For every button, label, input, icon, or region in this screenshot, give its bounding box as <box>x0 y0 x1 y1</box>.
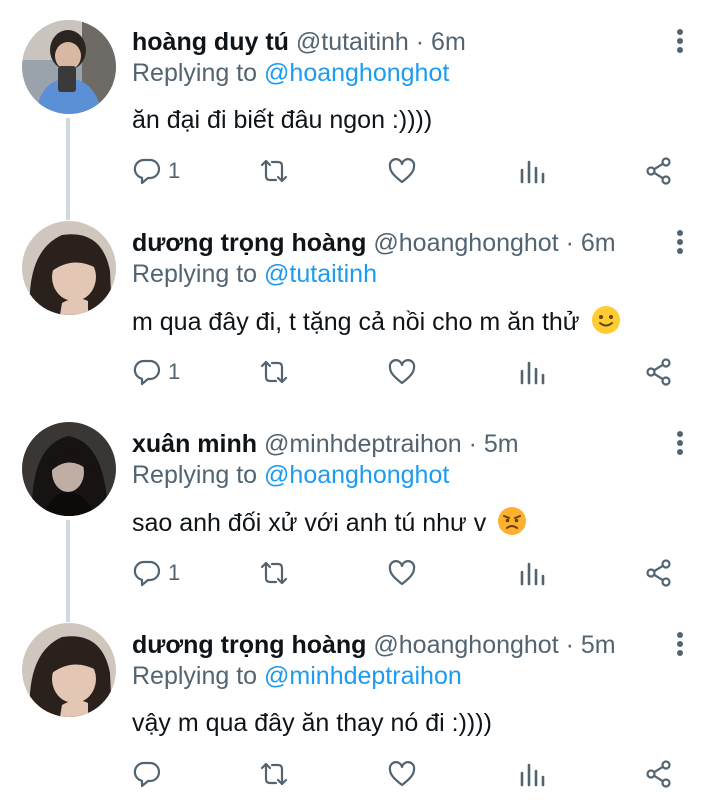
avatar[interactable] <box>22 20 116 114</box>
replying-mention[interactable]: @tutaitinh <box>264 260 377 288</box>
replying-label: Replying to <box>132 260 265 288</box>
replying-to: Replying to @hoanghonghot <box>132 460 449 490</box>
tweet-header: dương trọng hoàng @hoanghonghot · 5m <box>132 630 616 660</box>
action-bar: 1 <box>132 354 692 390</box>
retweet-icon <box>260 360 288 384</box>
slightly-smiling-face-icon <box>591 306 620 334</box>
tweet-text: sao anh đối xử với anh tú như v <box>132 506 527 539</box>
action-bar <box>132 756 692 792</box>
tweet-header: xuân minh @minhdeptraihon · 5m <box>132 429 519 459</box>
separator-dot: · <box>558 631 581 659</box>
separator-dot: · <box>408 28 432 56</box>
analytics-button[interactable] <box>518 354 546 390</box>
tweet-header: dương trọng hoàng @hoanghonghot · 6m <box>132 228 616 258</box>
timestamp[interactable]: 6m <box>581 229 616 257</box>
reply-icon <box>133 761 161 788</box>
replying-label: Replying to <box>132 662 265 690</box>
tweet-text: vậy m qua đây ăn thay nó đi :)))) <box>132 709 492 737</box>
tweet-text: ăn đại đi biết đâu ngon :)))) <box>132 106 433 134</box>
analytics-button[interactable] <box>518 555 546 591</box>
timestamp[interactable]: 6m <box>431 28 466 56</box>
share-button[interactable] <box>644 153 674 189</box>
separator-dot: · <box>558 229 581 257</box>
tweet-text: m qua đây đi, t tặng cả nồi cho m ăn thử <box>132 305 621 338</box>
share-icon <box>646 559 671 587</box>
analytics-icon <box>520 763 545 787</box>
analytics-icon <box>520 562 545 586</box>
avatar[interactable] <box>22 422 116 516</box>
separator-dot: · <box>461 430 484 458</box>
more-vertical-icon[interactable] <box>670 26 690 56</box>
like-button[interactable] <box>387 555 417 591</box>
tweet[interactable]: hoàng duy tú @tutaitinh · 6m Replying to… <box>0 0 720 200</box>
replying-label: Replying to <box>132 59 265 87</box>
tweet[interactable]: xuân minh @minhdeptraihon · 5m Replying … <box>0 402 720 602</box>
replying-to: Replying to @hoanghonghot <box>132 58 449 88</box>
reply-icon <box>133 560 161 587</box>
like-icon <box>388 761 416 787</box>
analytics-button[interactable] <box>518 153 546 189</box>
reply-button[interactable] <box>132 756 168 792</box>
share-icon <box>646 157 671 185</box>
display-name[interactable]: hoàng duy tú <box>132 28 289 56</box>
user-handle[interactable]: @hoanghonghot <box>373 631 558 659</box>
display-name[interactable]: dương trọng hoàng <box>132 229 366 257</box>
reply-icon <box>133 359 161 386</box>
retweet-button[interactable] <box>258 153 290 189</box>
more-vertical-icon[interactable] <box>670 629 690 659</box>
like-button[interactable] <box>387 354 417 390</box>
tweet[interactable]: dương trọng hoàng @hoanghonghot · 6m Rep… <box>0 201 720 401</box>
retweet-button[interactable] <box>258 555 290 591</box>
retweet-icon <box>260 762 288 786</box>
analytics-icon <box>520 160 545 184</box>
share-button[interactable] <box>644 555 674 591</box>
user-handle[interactable]: @minhdeptraihon <box>264 430 462 458</box>
replying-mention[interactable]: @minhdeptraihon <box>264 662 462 690</box>
more-vertical-icon[interactable] <box>670 227 690 257</box>
action-bar: 1 <box>132 153 692 189</box>
replying-label: Replying to <box>132 461 265 489</box>
tweet-text-content: m qua đây đi, t tặng cả nồi cho m ăn thử <box>132 308 580 336</box>
share-button[interactable] <box>644 756 674 792</box>
analytics-button[interactable] <box>518 756 546 792</box>
more-vertical-icon[interactable] <box>670 428 690 458</box>
retweet-button[interactable] <box>258 756 290 792</box>
reply-count: 1 <box>168 158 181 183</box>
tweet[interactable]: dương trọng hoàng @hoanghonghot · 5m Rep… <box>0 603 720 803</box>
action-bar: 1 <box>132 555 692 591</box>
like-icon <box>388 359 416 385</box>
user-handle[interactable]: @hoanghonghot <box>373 229 558 257</box>
timestamp[interactable]: 5m <box>484 430 519 458</box>
tweet-text-content: sao anh đối xử với anh tú như v <box>132 509 487 537</box>
like-button[interactable] <box>387 153 417 189</box>
display-name[interactable]: xuân minh <box>132 430 257 458</box>
replying-to: Replying to @minhdeptraihon <box>132 661 462 691</box>
timestamp[interactable]: 5m <box>581 631 616 659</box>
replying-mention[interactable]: @hoanghonghot <box>264 59 449 87</box>
like-icon <box>388 158 416 184</box>
reply-button[interactable]: 1 <box>132 555 180 591</box>
like-button[interactable] <box>387 756 417 792</box>
like-icon <box>388 560 416 586</box>
display-name[interactable]: dương trọng hoàng <box>132 631 366 659</box>
replying-to: Replying to @tutaitinh <box>132 259 377 289</box>
tweet-header: hoàng duy tú @tutaitinh · 6m <box>132 27 466 57</box>
share-button[interactable] <box>644 354 674 390</box>
user-handle[interactable]: @tutaitinh <box>296 28 409 56</box>
avatar[interactable] <box>22 221 116 315</box>
retweet-button[interactable] <box>258 354 290 390</box>
analytics-icon <box>520 361 545 385</box>
share-icon <box>646 358 671 386</box>
replying-mention[interactable]: @hoanghonghot <box>264 461 449 489</box>
retweet-icon <box>260 159 288 183</box>
avatar[interactable] <box>22 623 116 717</box>
reply-count: 1 <box>168 560 181 585</box>
retweet-icon <box>260 561 288 585</box>
reply-button[interactable]: 1 <box>132 153 180 189</box>
reply-button[interactable]: 1 <box>132 354 180 390</box>
reply-icon <box>133 158 161 185</box>
share-icon <box>646 760 671 788</box>
reply-count: 1 <box>168 359 181 384</box>
angry-face-icon <box>498 507 527 535</box>
